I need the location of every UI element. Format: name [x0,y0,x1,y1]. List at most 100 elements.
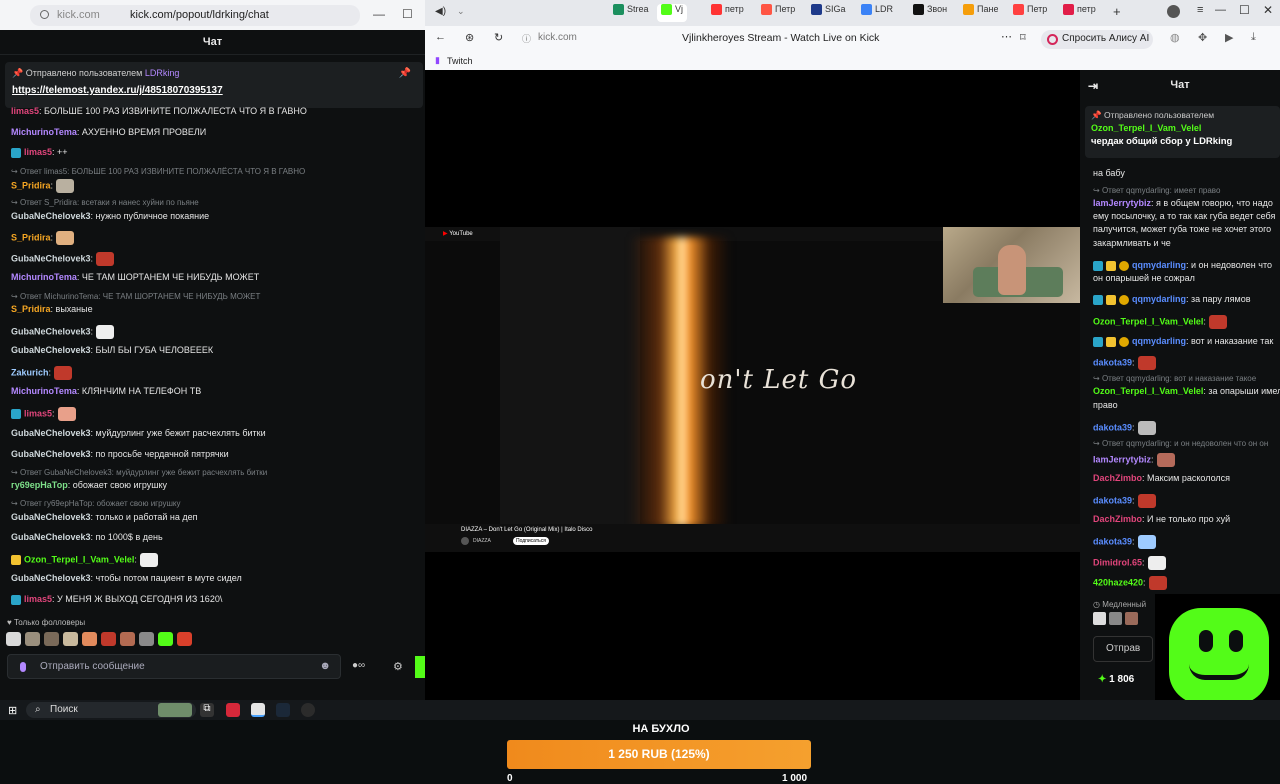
chat-username[interactable]: MichurinoTema [11,272,77,282]
chat-username[interactable]: S_Pridira [11,180,51,190]
obs-icon[interactable] [301,703,315,717]
pinned-link[interactable]: https://telemost.yandex.ru/j/48518070395… [12,85,223,96]
chat-username[interactable]: GubaNeChelovek3 [11,253,91,263]
emote-icon[interactable] [25,632,40,646]
pinned-message[interactable]: 📌 Отправлено пользователем Ozon_Terpel_I… [1085,106,1280,158]
microphone-icon[interactable] [20,662,26,672]
chat-username[interactable]: GubaNeChelovek3 [11,211,91,221]
emote-icon[interactable] [158,632,173,646]
chat-username[interactable]: limas5 [24,408,52,418]
reply-preview[interactable]: ↪ Ответ qqmydarling: и он недоволен что … [1093,439,1268,448]
gear-icon[interactable]: ⚙ [393,660,403,673]
chat-username[interactable]: GubaNeChelovek3 [11,428,91,438]
browser-tab[interactable]: SIGa [811,4,846,22]
chat-username[interactable]: GubaNeChelovek3 [11,449,91,459]
avatar[interactable] [1167,5,1180,18]
chat-username[interactable]: GubaNeChelovek3 [11,512,91,522]
more-icon[interactable]: ⋯ [1001,30,1012,43]
browser-tab[interactable]: LDR [861,4,893,22]
task-view-icon[interactable]: ⧉ [200,703,214,717]
audio-icon[interactable]: ◀) [435,6,446,17]
chat-username[interactable]: Ozon_Terpel_I_Vam_Velel [1093,316,1203,326]
emote-icon[interactable] [101,632,116,646]
chat-username[interactable]: GubaNeChelovek3 [11,573,91,583]
chat-username[interactable]: limas5 [11,106,39,116]
browser-tab[interactable]: петр [1063,4,1096,22]
chat-username[interactable]: dakota39 [1093,422,1132,432]
emote-icon[interactable] [1093,612,1106,625]
browser-tab[interactable]: Vj [657,4,688,22]
subscribe-button[interactable]: Подписаться [513,537,549,545]
shield-icon[interactable]: ⊛ [465,31,474,44]
bookmark-icon[interactable]: ⌑ [1020,31,1026,44]
address-bar[interactable]: kick.com kick.com/popout/ldrking/chat [30,5,360,26]
emote-icon[interactable] [177,632,192,646]
minimize-icon[interactable]: — [1215,4,1226,16]
pinned-message[interactable]: 📌 Отправлено пользователем LDRking https… [5,62,423,108]
chat-username[interactable]: MichurinoTema [11,386,77,396]
emote-icon[interactable] [1109,612,1123,625]
emoji-icon[interactable]: ☻ [319,660,331,672]
stream-player[interactable]: ▶ YouTube on't Let Go DIAZZA – Don't Let… [425,70,1080,784]
chat-username[interactable]: Dimidrol.65 [1093,557,1142,567]
chat-username[interactable]: qqmydarling [1132,336,1186,346]
emote-icon[interactable] [44,632,59,646]
channel-points[interactable]: ✦ 1 806 [1098,674,1134,685]
emote-icon[interactable] [63,632,78,646]
chat-username[interactable]: GubaNeChelovek3 [11,532,91,542]
pinned-user[interactable]: Ozon_Terpel_I_Vam_Velel [1091,123,1201,133]
reply-preview[interactable]: ↪ Ответ qqmydarling: имеет право [1093,186,1220,195]
browser-tab[interactable]: Strea [613,4,649,22]
start-icon[interactable]: ⊞ [8,704,17,717]
chat-username[interactable]: DachZimbo [1093,473,1142,483]
browser-taskbar-icon[interactable] [251,703,265,717]
download-icon[interactable]: ⤓ [1251,31,1256,44]
maximize-icon[interactable]: ☐ [402,7,413,21]
reload-icon[interactable]: ↻ [494,31,503,44]
chat-username[interactable]: qqmydarling [1132,260,1186,270]
globe-icon[interactable]: ◍ [1170,31,1180,44]
steam-icon[interactable] [276,703,290,717]
chat-username[interactable]: DachZimbo [1093,514,1142,524]
chat-username[interactable]: dakota39 [1093,536,1132,546]
chat-username[interactable]: GubaNeChelovek3 [11,345,91,355]
chat-username[interactable]: S_Pridira [11,232,51,242]
new-tab-icon[interactable]: + [1113,4,1121,19]
chat-username[interactable]: гу69ерНаТор [11,480,68,490]
browser-tab[interactable]: Петр [761,4,795,22]
site-info-icon[interactable] [40,10,49,19]
reply-preview[interactable]: ↪ Ответ S_Pridira: всетаки я нанес хуйни… [11,198,199,207]
yandex-icon[interactable] [226,703,240,717]
emote-icon[interactable] [139,632,154,646]
media-icon[interactable]: ▶ [1225,31,1233,44]
extensions-icon[interactable]: ✥ [1198,31,1207,44]
reply-preview[interactable]: ↪ Ответ MichurinoTema: ЧЕ ТАМ ШОРТАНЕМ Ч… [11,292,260,301]
maximize-icon[interactable]: ☐ [1239,3,1250,17]
shared-video[interactable]: ▶ YouTube on't Let Go DIAZZA – Don't Let… [425,227,1080,552]
browser-tab[interactable]: петр [711,4,744,22]
chat-username[interactable]: IamJerrytybiz [1093,454,1151,464]
chat-input[interactable]: Отправить сообщение ☻ [7,654,341,679]
chevron-down-icon[interactable]: ⌄ [457,6,465,17]
emote-icon[interactable] [1125,612,1139,625]
send-button[interactable]: Отправ [1093,636,1153,662]
chat-username[interactable]: Ozon_Terpel_I_Vam_Velel [1093,386,1203,396]
url-domain[interactable]: kick.com [538,32,577,43]
chat-username[interactable]: Ozon_Terpel_I_Vam_Velel [24,554,134,564]
browser-tab[interactable]: Петр [1013,4,1047,22]
chat-username[interactable]: IamJerrytybiz [1093,198,1151,208]
users-icon[interactable]: ●∞ [352,660,365,671]
chat-username[interactable]: 420haze420 [1093,577,1143,587]
browser-tab[interactable]: Пане [963,4,998,22]
reply-preview[interactable]: ↪ Ответ GubaNeChelovek3: муйдурлинг уже … [11,468,267,477]
chat-username[interactable]: qqmydarling [1132,294,1186,304]
chat-username[interactable]: GubaNeChelovek3 [11,326,91,336]
emote-icon[interactable] [82,632,97,646]
reply-preview[interactable]: ↪ Ответ limas5: БОЛЬШЕ 100 РАЗ ИЗВИНИТЕ … [11,167,305,176]
unpin-icon[interactable]: 📌 [399,68,411,79]
chat-username[interactable]: limas5 [24,594,52,604]
reply-preview[interactable]: ↪ Ответ гу69ерНаТор: обожает свою игрушк… [11,499,180,508]
chat-username[interactable]: dakota39 [1093,495,1132,505]
emote-icon[interactable] [120,632,135,646]
weather-widget-icon[interactable] [158,703,192,717]
